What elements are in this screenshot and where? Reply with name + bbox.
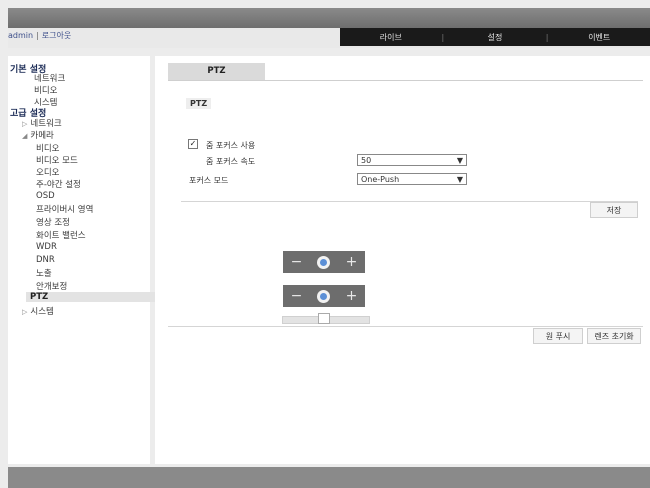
sidebar-item-wdr[interactable]: WDR	[36, 242, 57, 252]
divider	[181, 201, 638, 202]
lens-init-button[interactable]: 렌즈 초기화	[587, 328, 641, 344]
zoom-slider-thumb[interactable]	[318, 313, 330, 324]
expand-down-icon: ◢	[22, 132, 28, 140]
sidebar-item-white-balance[interactable]: 화이트 밸런스	[36, 229, 86, 241]
zoom-out-minus-icon[interactable]: −	[291, 255, 303, 269]
expand-right-icon: ▷	[22, 120, 28, 128]
save-button[interactable]: 저장	[590, 202, 638, 218]
sidebar: 기본 설정 네트워크 비디오 시스템 고급 설정 ▷ 네트워크 ◢ 카메라 비디오 …	[8, 56, 160, 464]
nav-settings[interactable]: 설정	[444, 32, 546, 43]
one-push-button[interactable]: 원 푸시	[533, 328, 583, 344]
username: admin	[8, 31, 34, 40]
zoom-control: − +	[283, 251, 365, 273]
content-panel: PTZ PTZ ✓ 줌 포커스 사용 줌 포커스 속도 50 ▼ 포커스 모드 …	[155, 56, 650, 464]
tab-divider	[168, 80, 643, 81]
sidebar-item-label: 시스템	[30, 307, 54, 317]
sidebar-item-day-night[interactable]: 주-야간 설정	[36, 178, 81, 190]
nav-event[interactable]: 이벤트	[548, 32, 650, 43]
zoom-focus-speed-label: 줌 포커스 속도	[206, 157, 256, 166]
sidebar-item-osd[interactable]: OSD	[36, 191, 55, 201]
chevron-down-icon: ▼	[456, 175, 463, 184]
divider	[168, 326, 643, 327]
zoom-focus-enable-label: 줌 포커스 사용	[206, 141, 256, 150]
sidebar-item-privacy[interactable]: 프라이버시 영역	[36, 203, 93, 215]
zoom-focus-speed-value: 50	[361, 156, 372, 165]
focus-mode-value: One-Push	[361, 175, 400, 184]
zoom-focus-speed-select[interactable]: 50 ▼	[357, 154, 467, 166]
section-title: PTZ	[186, 98, 212, 109]
sidebar-item-ptz[interactable]: PTZ	[26, 292, 160, 302]
main-nav: 라이브 | 설정 | 이벤트	[340, 28, 650, 46]
sidebar-item-label: 네트워크	[30, 119, 62, 129]
sidebar-item-camera[interactable]: ◢ 카메라	[22, 129, 54, 141]
sidebar-item-exposure[interactable]: 노출	[36, 267, 52, 279]
focus-mode-select[interactable]: One-Push ▼	[357, 173, 467, 185]
sidebar-item-adv-network[interactable]: ▷ 네트워크	[22, 117, 62, 129]
sidebar-item-image-adjust[interactable]: 영상 조정	[36, 216, 70, 228]
sidebar-item-video[interactable]: 비디오	[34, 84, 57, 96]
zoom-focus-enable-checkbox[interactable]: ✓	[188, 139, 198, 149]
expand-right-icon: ▷	[22, 308, 28, 316]
sidebar-item-audio[interactable]: 오디오	[36, 166, 59, 178]
sidebar-item-network[interactable]: 네트워크	[34, 72, 65, 84]
user-bar: admin | 로그아웃	[8, 30, 71, 41]
sidebar-item-dnr[interactable]: DNR	[36, 255, 55, 265]
sidebar-item-camera-video[interactable]: 비디오	[36, 142, 59, 154]
nav-live[interactable]: 라이브	[340, 32, 442, 43]
user-separator: |	[36, 31, 39, 40]
focus-mode-label: 포커스 모드	[189, 176, 229, 185]
sidebar-item-defog[interactable]: 안개보정	[36, 280, 67, 292]
chevron-down-icon: ▼	[456, 156, 463, 165]
focus-far-plus-icon[interactable]: +	[346, 289, 358, 303]
sidebar-item-video-mode[interactable]: 비디오 모드	[36, 154, 78, 166]
sidebar-item-label: 카메라	[30, 131, 54, 141]
focus-control: − +	[283, 285, 365, 307]
focus-near-minus-icon[interactable]: −	[291, 289, 303, 303]
tab-ptz[interactable]: PTZ	[168, 63, 265, 80]
sidebar-item-adv-system[interactable]: ▷ 시스템	[22, 305, 54, 317]
zoom-in-plus-icon[interactable]: +	[346, 255, 358, 269]
zoom-icon	[317, 255, 331, 269]
focus-icon	[317, 289, 331, 303]
footer-bar	[8, 467, 650, 488]
logout-link[interactable]: 로그아웃	[42, 31, 71, 40]
